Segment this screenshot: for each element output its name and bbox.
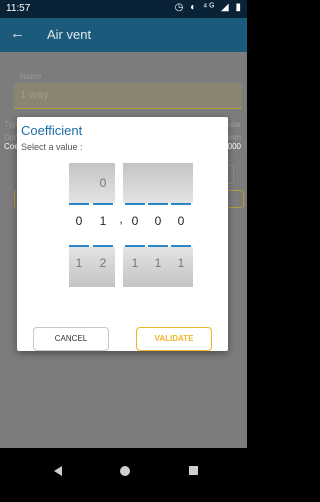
picker-digit: 1 [99,214,107,228]
name-value: 1 way [20,89,49,101]
picker-divider [148,245,168,247]
nav-recents-icon[interactable] [189,466,198,475]
picker-divider [93,245,113,247]
app-bar: ← Air vent [0,18,247,52]
status-icons: ◷ ◐ ⁴ᴳ ◢ ▮ [174,2,243,13]
status-bar: 11:57 ◷ ◐ ⁴ᴳ ◢ ▮ [0,0,247,18]
picker-divider [69,245,89,247]
coefficient-dialog: Coefficient Select a value : 0 0 1 1 2 , [17,117,228,351]
picker-digit: 0 [75,214,83,228]
picker-digit: 1 [75,256,83,270]
picker-digit: 0 [99,176,107,190]
picker-digit: 1 [154,256,162,270]
picker-digit: 0 [177,214,185,228]
cancel-button[interactable]: CANCEL [33,327,109,351]
status-time: 11:57 [6,3,31,14]
back-arrow-icon[interactable]: ← [10,25,25,42]
picker-divider [125,245,145,247]
fraction-picker-above[interactable] [123,163,193,203]
picker-digit: 1 [177,256,185,270]
picker-divider [171,245,191,247]
picker-digit: 0 [131,214,139,228]
picker-divider [125,203,145,205]
nav-back-icon[interactable] [54,466,62,476]
picker-divider [69,203,89,205]
picker-digit: 0 [154,214,162,228]
name-label: Name [20,72,42,81]
page-title: Air vent [47,27,92,42]
decimal-separator: , [119,212,123,226]
picker-digit: 1 [131,256,139,270]
system-nav-bar [0,448,247,502]
phone-screen: 11:57 ◷ ◐ ⁴ᴳ ◢ ▮ ← Air vent Name 1 way T… [0,0,247,502]
validate-button[interactable]: VALIDATE [136,327,212,351]
picker-divider [171,203,191,205]
picker-divider [93,203,113,205]
nav-home-icon[interactable] [120,466,130,476]
picker-digit: 2 [99,256,107,270]
picker-divider [148,203,168,205]
dialog-subtitle: Select a value : [21,142,83,152]
dialog-title: Coefficient [21,123,83,138]
